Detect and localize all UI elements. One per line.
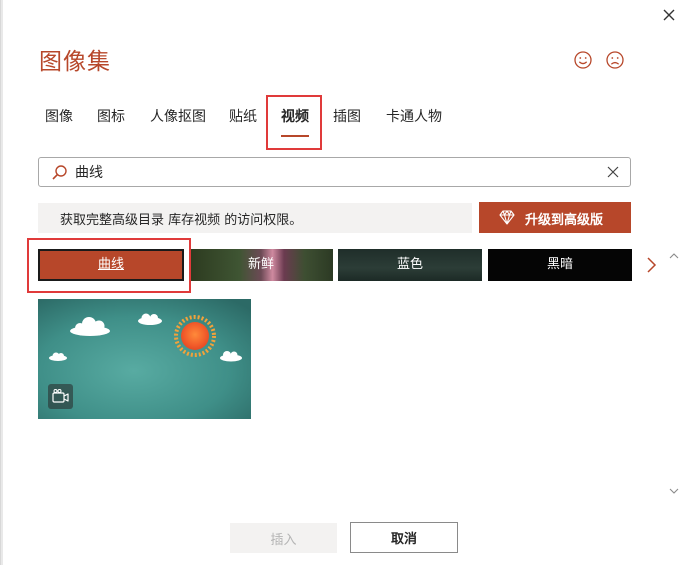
smile-icon[interactable] bbox=[573, 50, 593, 70]
diamond-icon bbox=[499, 210, 515, 225]
category-chip-blue[interactable]: 蓝色 bbox=[338, 249, 482, 281]
cancel-button[interactable]: 取消 bbox=[350, 522, 458, 553]
category-chip-curve-label: 曲线 bbox=[97, 257, 124, 272]
clear-search-icon[interactable] bbox=[606, 165, 620, 179]
tab-cartoon-people[interactable]: 卡通人物 bbox=[386, 103, 442, 143]
tab-images[interactable]: 图像 bbox=[45, 103, 73, 143]
search-icon bbox=[52, 165, 67, 180]
tab-icons[interactable]: 图标 bbox=[97, 103, 125, 143]
selected-tab-indicator bbox=[281, 135, 309, 137]
tab-cutout-people[interactable]: 人像抠图 bbox=[150, 103, 206, 143]
close-icon[interactable] bbox=[659, 5, 679, 25]
insert-button[interactable]: 插入 bbox=[230, 523, 337, 553]
category-chip-fresh-label: 新鲜 bbox=[247, 257, 274, 272]
video-camera-badge bbox=[48, 384, 73, 409]
window-edge bbox=[1, 0, 3, 565]
category-chip-curve[interactable]: 曲线 bbox=[38, 249, 184, 281]
tab-illustrations[interactable]: 插图 bbox=[333, 103, 361, 143]
category-chip-dark-label: 黑暗 bbox=[546, 257, 573, 272]
search-box bbox=[38, 157, 631, 187]
frown-icon[interactable] bbox=[605, 50, 625, 70]
video-thumbnail-clouds-sun[interactable] bbox=[38, 299, 251, 419]
tab-videos-label: 视频 bbox=[281, 109, 309, 125]
upgrade-button-label: 升级到高级版 bbox=[525, 213, 604, 228]
upgrade-button[interactable]: 升级到高级版 bbox=[479, 202, 631, 233]
video-camera-icon bbox=[52, 389, 69, 403]
dialog-title: 图像集 bbox=[39, 49, 111, 75]
category-chip-blue-label: 蓝色 bbox=[396, 257, 423, 272]
category-chip-fresh[interactable]: 新鲜 bbox=[189, 249, 333, 281]
category-chip-dark[interactable]: 黑暗 bbox=[488, 249, 632, 281]
premium-notice-banner: 获取完整高级目录 库存视频 的访问权限。 bbox=[38, 203, 472, 233]
scroll-up-arrow-icon[interactable] bbox=[669, 252, 679, 260]
scroll-down-arrow-icon[interactable] bbox=[669, 487, 679, 495]
chevron-right-icon[interactable] bbox=[644, 256, 658, 274]
image-collection-dialog: 图像集 图像 图标 人像抠图 贴纸 视频 插图 卡通人物 曲线 获取完整高级目录… bbox=[0, 0, 684, 565]
search-input[interactable] bbox=[75, 162, 595, 182]
tab-videos[interactable]: 视频 bbox=[281, 103, 309, 143]
tab-stickers[interactable]: 贴纸 bbox=[229, 103, 257, 143]
premium-notice-text: 获取完整高级目录 库存视频 的访问权限。 bbox=[60, 213, 303, 228]
